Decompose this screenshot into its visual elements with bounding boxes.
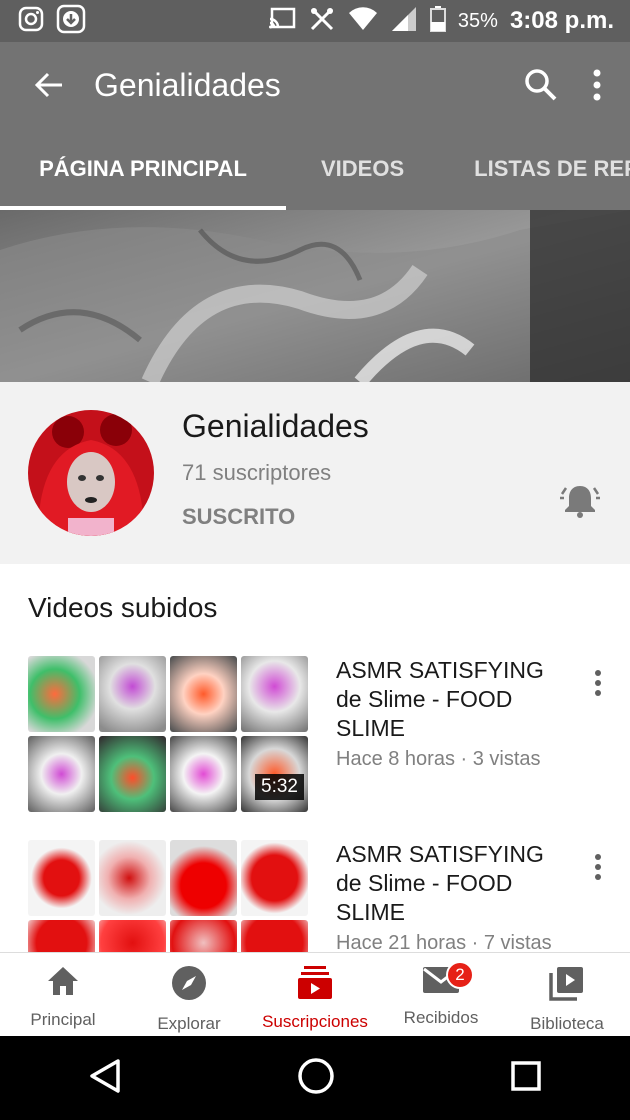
battery-icon <box>429 5 446 37</box>
subscribe-button[interactable]: SUSCRITO <box>182 504 295 530</box>
nav-library[interactable]: Biblioteca <box>504 953 630 1036</box>
video-title[interactable]: ASMR SATISFYING de Slime - FOOD SLIME <box>336 656 566 743</box>
search-icon[interactable] <box>524 68 558 102</box>
more-vert-icon[interactable] <box>586 668 610 698</box>
tab-home[interactable]: PÁGINA PRINCIPAL <box>0 128 286 210</box>
nav-inbox[interactable]: 2 Recibidos <box>378 953 504 1036</box>
tab-label: PÁGINA PRINCIPAL <box>39 156 247 181</box>
page-title: Genialidades <box>94 66 281 103</box>
nav-subscriptions[interactable]: Suscripciones <box>252 953 378 1036</box>
subscriptions-icon <box>298 965 332 1004</box>
nav-home[interactable]: Principal <box>0 953 126 1036</box>
explore-icon <box>171 965 207 1006</box>
download-icon <box>56 4 86 39</box>
video-duration: 5:32 <box>255 774 304 800</box>
library-icon <box>549 965 585 1006</box>
video-title[interactable]: ASMR SATISFYING de Slime - FOOD SLIME <box>336 840 566 927</box>
video-item[interactable]: 5:32 ASMR SATISFYING de Slime - FOOD SLI… <box>0 656 630 816</box>
nav-explore[interactable]: Explorar <box>126 953 252 1036</box>
notification-badge: 2 <box>446 961 474 989</box>
tab-videos[interactable]: VIDEOS <box>286 128 439 210</box>
recents-icon[interactable] <box>510 1060 542 1097</box>
subscriber-count: 71 suscriptores <box>182 460 332 485</box>
nav-label: Suscripciones <box>262 1012 368 1031</box>
more-vert-icon[interactable] <box>586 852 610 882</box>
channel-banner <box>0 210 630 382</box>
avatar[interactable] <box>28 410 154 536</box>
nav-label: Biblioteca <box>530 1014 604 1033</box>
video-thumbnail[interactable] <box>28 840 308 952</box>
battery-percent: 35% <box>457 9 498 32</box>
system-nav-bar <box>0 1036 630 1120</box>
channel-name: Genialidades <box>182 408 369 444</box>
channel-header: Genialidades 71 suscriptores SUSCRITO <box>0 382 630 564</box>
tab-label: LISTAS DE REPRODUCCIÓN <box>474 156 630 181</box>
tab-label: VIDEOS <box>321 156 405 181</box>
clock: 3:08 p.m. <box>509 7 614 34</box>
home-button-icon[interactable] <box>297 1057 335 1100</box>
nav-label: Explorar <box>157 1014 221 1033</box>
wifi-icon <box>348 6 378 36</box>
signal-icon <box>390 6 418 37</box>
video-item[interactable]: ASMR SATISFYING de Slime - FOOD SLIME Ha… <box>0 840 630 952</box>
app-bar: Genialidades <box>0 42 630 128</box>
instagram-icon <box>18 6 44 37</box>
video-thumbnail[interactable]: 5:32 <box>28 656 308 812</box>
channel-tabs: PÁGINA PRINCIPAL VIDEOS LISTAS DE REPROD… <box>0 128 630 210</box>
nav-label: Principal <box>30 1010 96 1029</box>
video-meta: Hace 8 horas · 3 vistas <box>336 748 541 770</box>
tab-playlists[interactable]: LISTAS DE REPRODUCCIÓN <box>439 128 630 210</box>
nav-label: Recibidos <box>403 1008 479 1027</box>
tools-icon <box>308 5 336 38</box>
back-icon[interactable] <box>88 1058 122 1099</box>
notification-bell-icon[interactable] <box>560 482 600 523</box>
back-arrow-icon[interactable] <box>34 70 64 100</box>
video-meta: Hace 21 horas · 7 vistas <box>336 932 552 952</box>
home-icon <box>46 965 80 1002</box>
bottom-nav: Principal Explorar Suscripciones 2 Recib… <box>0 952 630 1036</box>
section-title: Videos subidos <box>28 592 218 623</box>
more-vert-icon[interactable] <box>592 69 602 101</box>
cast-icon <box>268 7 296 36</box>
status-bar: 35% 3:08 p.m. <box>0 0 630 42</box>
